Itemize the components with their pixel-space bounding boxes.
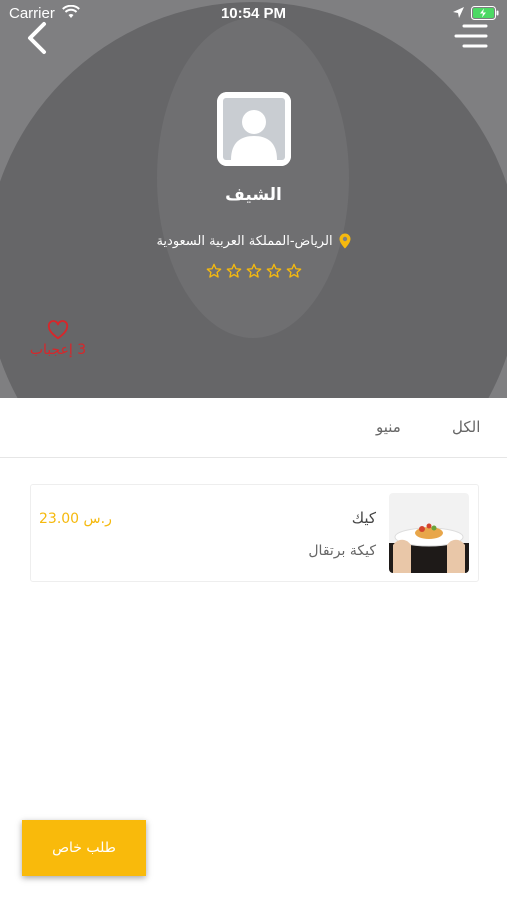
item-description: كيكة برتقال [308, 543, 376, 559]
status-bar: Carrier 10:54 PM [0, 0, 507, 28]
chef-avatar [217, 92, 291, 166]
heart-icon[interactable] [47, 320, 69, 340]
tab-all[interactable]: الكل [452, 418, 480, 436]
map-pin-icon [339, 233, 351, 249]
chef-location: الرياض-المملكة العربية السعودية [0, 230, 507, 252]
star-outline-icon [286, 263, 301, 278]
user-placeholder-icon [217, 92, 291, 166]
category-tabs: الكل منيو [0, 398, 507, 458]
hamburger-menu-icon[interactable] [450, 20, 490, 54]
likes-count-text: 3 إعجباب [29, 342, 87, 358]
location-arrow-icon [453, 7, 464, 18]
menu-item-card[interactable]: كيك كيكة برتقال 23.00 ر.س [30, 484, 479, 582]
star-outline-icon [266, 263, 281, 278]
item-name: كيك [351, 509, 376, 527]
star-outline-icon [246, 263, 261, 278]
dish-image [389, 493, 469, 573]
location-text: الرياض-المملكة العربية السعودية [156, 233, 333, 249]
tab-menu[interactable]: منيو [376, 418, 401, 436]
chef-profile-header: Carrier 10:54 PM الشيف الرياض-المملكة ال… [0, 0, 507, 398]
dish-photo [389, 493, 469, 573]
chef-name: الشيف [225, 185, 282, 205]
back-chevron-icon[interactable] [20, 18, 54, 58]
special-order-button[interactable]: طلب خاص [22, 820, 146, 876]
star-outline-icon [206, 263, 221, 278]
likes-counter: 3 إعجباب [22, 320, 94, 358]
status-time: 10:54 PM [220, 5, 287, 22]
item-price: 23.00 ر.س [39, 511, 112, 527]
rating-stars [0, 263, 507, 279]
star-outline-icon [226, 263, 241, 278]
battery-charging-icon [471, 6, 499, 20]
